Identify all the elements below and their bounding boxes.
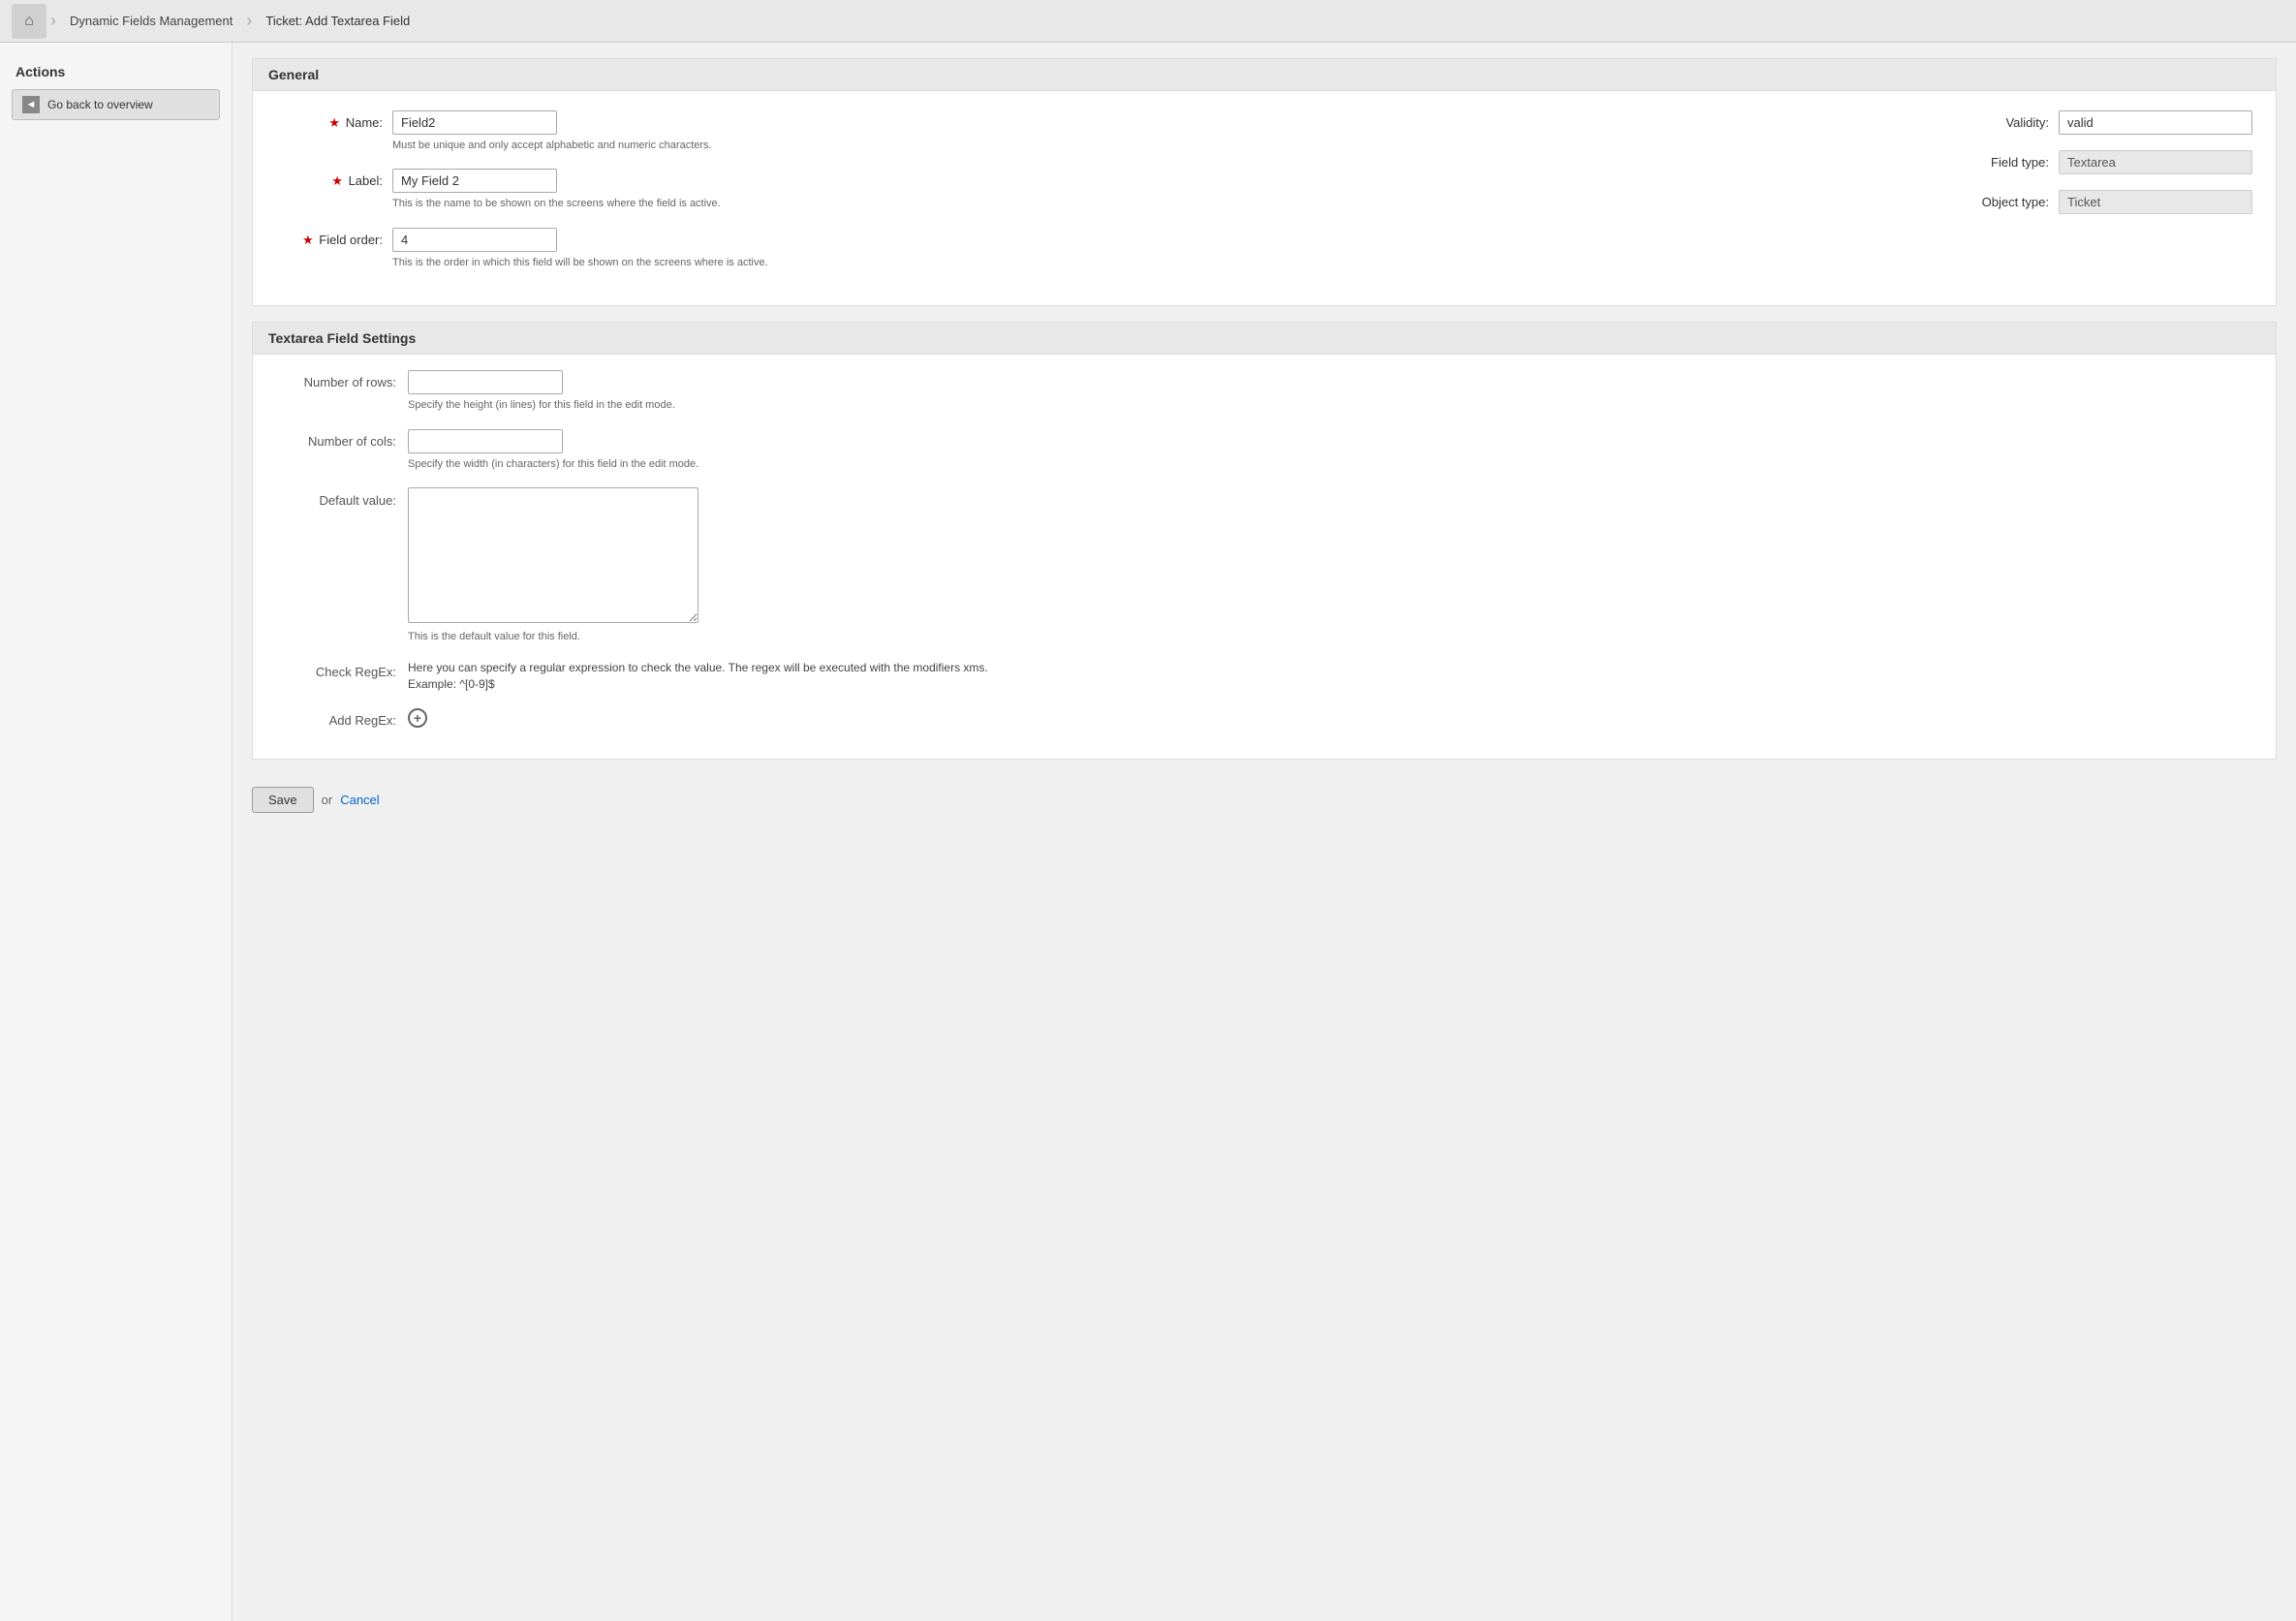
general-panel-header: General <box>253 59 2276 91</box>
sidebar: Actions ◄ Go back to overview <box>0 43 233 1621</box>
footer-or-text: or <box>322 793 333 807</box>
field-order-control: This is the order in which this field wi… <box>392 228 1904 270</box>
cols-row: Number of cols: Specify the width (in ch… <box>253 429 2276 472</box>
rows-row: Number of rows: Specify the height (in l… <box>253 370 2276 413</box>
cols-label: Number of cols: <box>253 429 408 449</box>
default-value-hint: This is the default value for this field… <box>408 630 2276 644</box>
go-back-label: Go back to overview <box>47 98 153 111</box>
field-order-required-star: ★ <box>302 233 314 247</box>
field-type-label: Field type: <box>1942 150 2059 170</box>
label-hint: This is the name to be shown on the scre… <box>392 197 1904 211</box>
textarea-settings-header: Textarea Field Settings <box>253 323 2276 355</box>
name-hint: Must be unique and only accept alphabeti… <box>392 139 1904 153</box>
breadcrumb-current: Ticket: Add Textarea Field <box>256 10 419 32</box>
add-regex-icon[interactable]: + <box>408 708 427 728</box>
check-regex-row: Check RegEx: Here you can specify a regu… <box>253 660 2276 693</box>
general-left-col: ★ Name: Must be unique and only accept a… <box>276 110 1904 286</box>
general-panel: General ★ Name: Must be u <box>252 58 2277 306</box>
validity-row: Validity: <box>1942 110 2252 135</box>
add-regex-control: + <box>408 708 2276 728</box>
back-arrow-icon: ◄ <box>22 96 40 113</box>
field-order-input[interactable] <box>392 228 557 252</box>
form-footer: Save or Cancel <box>252 775 2277 832</box>
cols-input[interactable] <box>408 429 563 453</box>
name-control: Must be unique and only accept alphabeti… <box>392 110 1904 153</box>
default-value-control: This is the default value for this field… <box>408 487 2276 644</box>
breadcrumb-separator-2: › <box>246 11 252 31</box>
rows-input[interactable] <box>408 370 563 394</box>
main-content: General ★ Name: Must be u <box>233 43 2296 1621</box>
cols-hint: Specify the width (in characters) for th… <box>408 457 2276 472</box>
label-control: This is the name to be shown on the scre… <box>392 169 1904 211</box>
field-type-row: Field type: <box>1942 150 2252 174</box>
object-type-row: Object type: <box>1942 190 2252 214</box>
go-back-button[interactable]: ◄ Go back to overview <box>12 89 220 120</box>
add-regex-label: Add RegEx: <box>253 708 408 728</box>
check-regex-label: Check RegEx: <box>253 660 408 679</box>
home-button[interactable]: ⌂ <box>12 4 47 39</box>
check-regex-control: Here you can specify a regular expressio… <box>408 660 2276 693</box>
default-value-row: Default value: This is the default value… <box>253 487 2276 644</box>
name-required-star: ★ <box>328 115 340 130</box>
cancel-link[interactable]: Cancel <box>340 793 379 807</box>
object-type-value <box>2059 190 2252 214</box>
field-order-label: ★ Field order: <box>276 228 392 248</box>
rows-hint: Specify the height (in lines) for this f… <box>408 398 2276 413</box>
object-type-label: Object type: <box>1942 190 2059 209</box>
name-input[interactable] <box>392 110 557 135</box>
save-button[interactable]: Save <box>252 787 314 813</box>
textarea-settings-panel: Textarea Field Settings Number of rows: … <box>252 322 2277 760</box>
label-required-star: ★ <box>331 173 343 188</box>
label-row: ★ Label: This is the name to be shown on… <box>276 169 1904 211</box>
add-regex-row: Add RegEx: + <box>253 708 2276 728</box>
validity-label: Validity: <box>1942 110 2059 130</box>
rows-label: Number of rows: <box>253 370 408 390</box>
breadcrumb-separator-1: › <box>50 11 56 31</box>
name-label: ★ Name: <box>276 110 392 131</box>
validity-control <box>2059 110 2252 135</box>
field-order-hint: This is the order in which this field wi… <box>392 256 1904 270</box>
name-row: ★ Name: Must be unique and only accept a… <box>276 110 1904 153</box>
rows-control: Specify the height (in lines) for this f… <box>408 370 2276 413</box>
home-icon: ⌂ <box>24 13 34 30</box>
default-value-textarea[interactable] <box>408 487 698 623</box>
check-regex-hint: Here you can specify a regular expressio… <box>408 660 989 693</box>
field-type-control <box>2059 150 2252 174</box>
label-label: ★ Label: <box>276 169 392 189</box>
breadcrumb-dynamic-fields[interactable]: Dynamic Fields Management <box>60 10 242 32</box>
validity-input[interactable] <box>2059 110 2252 135</box>
field-type-value <box>2059 150 2252 174</box>
sidebar-actions-title: Actions <box>0 58 232 89</box>
field-order-row: ★ Field order: This is the order in whic… <box>276 228 1904 270</box>
label-input[interactable] <box>392 169 557 193</box>
breadcrumb: ⌂ › Dynamic Fields Management › Ticket: … <box>0 0 2296 43</box>
general-right-col: Validity: Field type: <box>1942 110 2252 286</box>
object-type-control <box>2059 190 2252 214</box>
cols-control: Specify the width (in characters) for th… <box>408 429 2276 472</box>
default-value-label: Default value: <box>253 487 408 508</box>
